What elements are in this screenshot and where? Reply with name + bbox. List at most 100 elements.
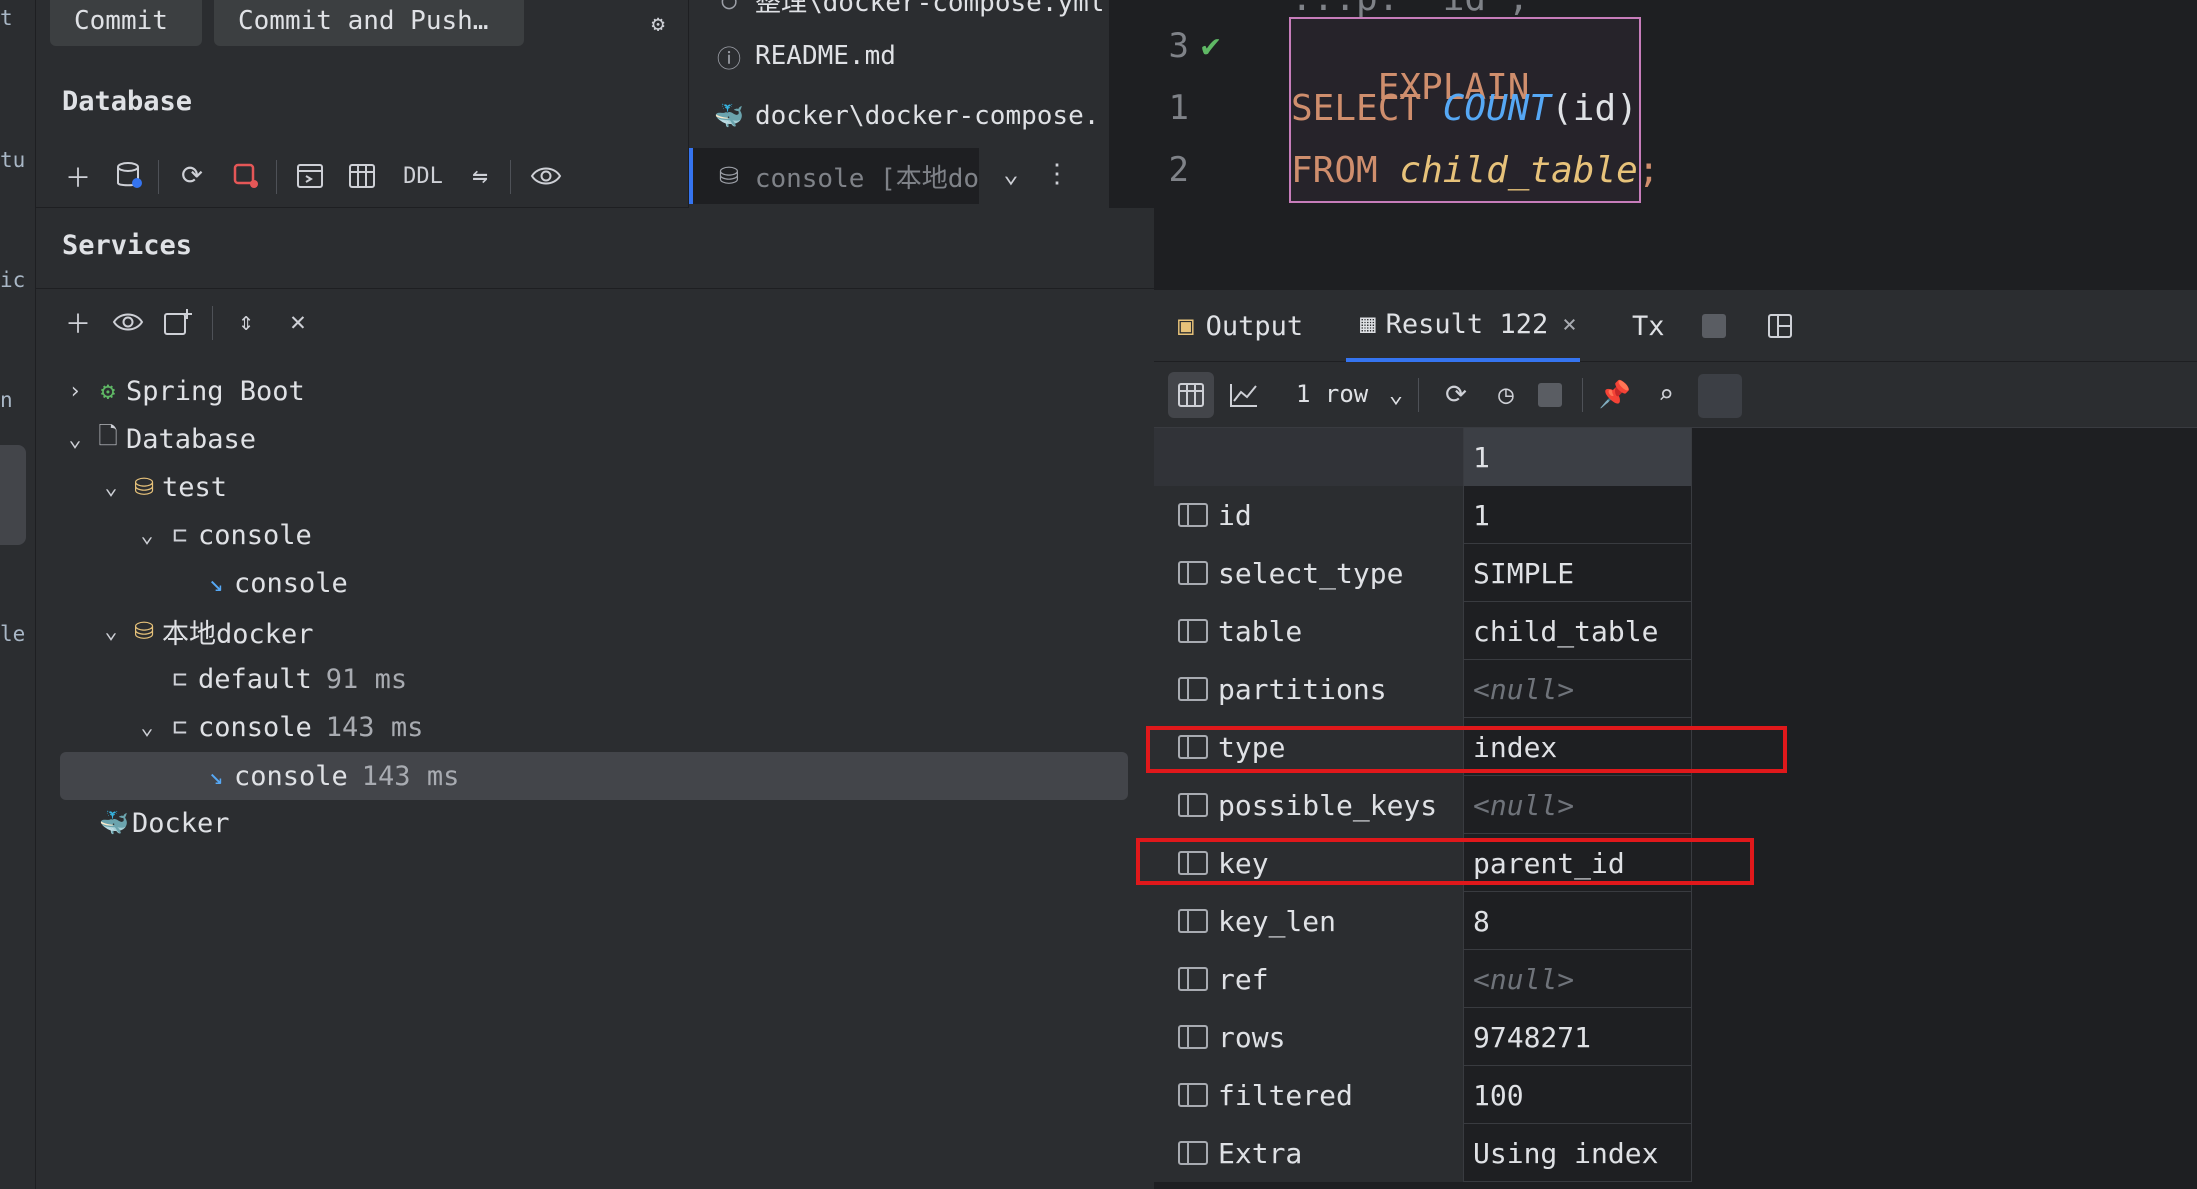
commit-button[interactable]: Commit (50, 0, 202, 46)
collapse-all-icon[interactable]: ✕ (278, 302, 318, 342)
row-value-cell[interactable]: SIMPLE (1464, 544, 1692, 602)
layout-icon[interactable] (1760, 306, 1800, 346)
row-value-cell[interactable]: 8 (1464, 892, 1692, 950)
row-key-label: rows (1218, 1020, 1286, 1054)
disconnect-icon[interactable] (226, 156, 266, 196)
file-item-active[interactable]: ⛁ console [本地do (689, 148, 979, 204)
more-icon[interactable]: ⋮ (1037, 154, 1077, 194)
table-row[interactable]: id 1 (1154, 486, 1692, 544)
sql-editor[interactable]: ...p. _id ; 3 ✔ EXPLAIN 1 SELECT COUNT(i… (1108, 0, 2197, 208)
settings-icon[interactable]: ⚙ (638, 4, 678, 44)
search-icon[interactable]: ⌕ (1646, 375, 1686, 415)
console-icon[interactable] (290, 156, 330, 196)
strip-selected-item[interactable] (0, 445, 26, 545)
tree-label: console (234, 567, 348, 599)
row-value-cell[interactable]: <null> (1464, 950, 1692, 1008)
row-key-cell: key_len (1154, 892, 1464, 950)
row-count-select[interactable]: 1 row ⌄ (1296, 380, 1403, 408)
file-item[interactable]: 🐳 docker\docker-compose. (689, 88, 1109, 144)
column-icon (1178, 561, 1208, 585)
tree-item-docker[interactable]: 🐳 Docker (96, 799, 230, 847)
row-value-cell[interactable]: child_table (1464, 602, 1692, 660)
commit-and-push-button[interactable]: Commit and Push… (214, 0, 524, 46)
left-tool-strip: t tu ic n le (0, 0, 36, 1189)
chevron-right-icon[interactable]: › (60, 379, 90, 404)
chevron-down-icon[interactable]: ⌄ (132, 523, 162, 548)
sql-keyword: FROM (1291, 150, 1378, 191)
yaml-icon: ◯ (721, 0, 737, 14)
chart-icon[interactable] (1224, 375, 1264, 415)
services-panel: Services ＋ ⇕ ✕ › ⚙ Spring Boot ⌄ 🗋 Datab… (36, 208, 1154, 1189)
table-row[interactable]: filtered 100 (1154, 1066, 1692, 1124)
jump-icon[interactable]: ⇋ (460, 156, 500, 196)
timing-label: 91 ms (325, 663, 408, 695)
table-row[interactable]: key_len 8 (1154, 892, 1692, 950)
row-value-cell[interactable]: 100 (1464, 1066, 1692, 1124)
filter-icon[interactable] (1698, 374, 1742, 418)
row-value-cell[interactable]: 9748271 (1464, 1008, 1692, 1066)
tab-tx[interactable]: Tx (1632, 290, 1665, 362)
refresh-icon[interactable]: ⟳ (1436, 375, 1476, 415)
chevron-down-icon[interactable]: ⌄ (96, 475, 126, 500)
data-source-properties-icon[interactable] (110, 156, 150, 196)
chevron-down-icon[interactable]: ⌄ (132, 715, 162, 740)
chevron-down-icon[interactable]: ⌄ (60, 427, 90, 452)
table-row[interactable]: rows 9748271 (1154, 1008, 1692, 1066)
column-header[interactable]: 1 (1464, 428, 1692, 486)
row-key-label: ref (1218, 962, 1269, 996)
close-icon[interactable]: × (1562, 310, 1576, 338)
table-row[interactable]: table child_table (1154, 602, 1692, 660)
sql-args: (id) (1551, 88, 1638, 129)
pin-icon[interactable]: 📌 (1595, 375, 1635, 415)
row-value-cell[interactable]: <null> (1464, 776, 1692, 834)
row-value-cell[interactable]: Using index (1464, 1124, 1692, 1182)
tab-result[interactable]: ▦ Result 122 × (1346, 290, 1580, 362)
sql-keyword: SELECT (1291, 88, 1422, 129)
file-item[interactable]: ◯ 整理\docker-compose.yml (689, 0, 1109, 28)
tree-label: console (198, 519, 312, 551)
tree-item-database[interactable]: ⌄ 🗋 Database (60, 415, 256, 463)
tree-item-test[interactable]: ⌄ ⛁ test (96, 463, 227, 511)
eye-icon[interactable] (526, 156, 566, 196)
table-row[interactable]: Extra Using index (1154, 1124, 1692, 1182)
table-row[interactable]: select_type SIMPLE (1154, 544, 1692, 602)
table-view-icon[interactable] (1171, 375, 1211, 415)
tree-item-console-session-2[interactable]: ⌄ ⊏ console 143 ms (132, 703, 423, 751)
stop-icon[interactable] (1702, 314, 1726, 338)
add-service-icon[interactable]: ＋ (58, 302, 98, 342)
chevron-down-icon[interactable]: ⌄ (96, 619, 126, 644)
tree-item-console[interactable]: ↘ console (198, 559, 348, 607)
tree-item-console-session[interactable]: ⌄ ⊏ console (132, 511, 312, 559)
tab-output[interactable]: ▣ Output (1178, 290, 1303, 362)
tree-label: Docker (132, 807, 230, 839)
new-tab-icon[interactable] (158, 302, 198, 342)
row-value-cell[interactable]: 1 (1464, 486, 1692, 544)
table-row[interactable]: partitions <null> (1154, 660, 1692, 718)
chevron-down-icon[interactable]: ⌄ (991, 154, 1031, 194)
tree-item-console-selected[interactable]: ↘ console 143 ms (198, 752, 460, 800)
ddl-button[interactable]: DDL (398, 156, 448, 196)
history-icon[interactable]: ◷ (1486, 375, 1526, 415)
table-icon[interactable] (342, 156, 382, 196)
tree-item-local-docker[interactable]: ⌄ ⛁ 本地docker (96, 607, 313, 655)
add-icon[interactable]: ＋ (58, 156, 98, 196)
row-value-cell[interactable]: <null> (1464, 660, 1692, 718)
tree-item-spring-boot[interactable]: › ⚙ Spring Boot (60, 367, 305, 415)
stop-icon[interactable] (1538, 383, 1562, 407)
expand-all-icon[interactable]: ⇕ (226, 302, 266, 342)
database-title: Database (62, 86, 193, 117)
tree-label: Spring Boot (126, 375, 305, 407)
eye-icon[interactable] (108, 302, 148, 342)
file-name: docker\docker-compose. (755, 101, 1100, 131)
table-row[interactable]: possible_keys <null> (1154, 776, 1692, 834)
file-item[interactable]: ⓘ README.md (689, 28, 1109, 84)
row-key-label: partitions (1218, 672, 1387, 706)
row-count-label: 1 row (1296, 380, 1369, 408)
line-number: 1 (1168, 88, 1189, 128)
tree-item-default[interactable]: ⊏ default 91 ms (162, 655, 407, 703)
column-icon (1178, 1083, 1208, 1107)
table-row[interactable]: ref <null> (1154, 950, 1692, 1008)
database-icon: ⛁ (133, 617, 155, 645)
refresh-icon[interactable]: ⟳ (172, 156, 212, 196)
docker-icon: 🐳 (714, 102, 744, 130)
